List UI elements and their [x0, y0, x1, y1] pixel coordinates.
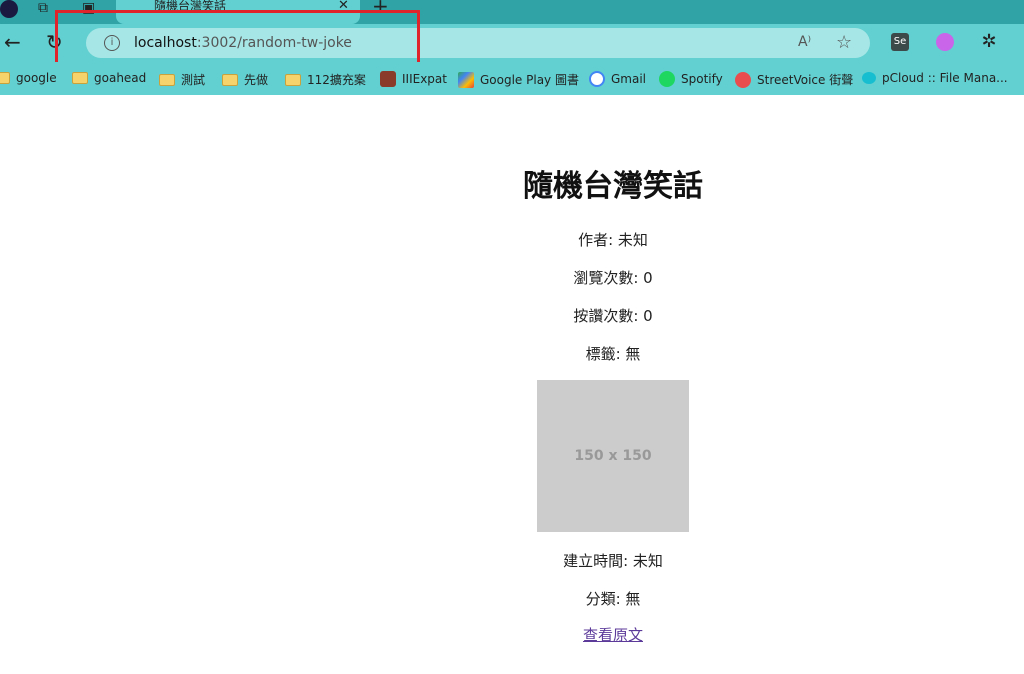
workspaces-icon[interactable]: ⧉: [38, 0, 48, 16]
placeholder-image: 150 x 150: [537, 380, 689, 532]
favorite-star-icon[interactable]: ☆: [836, 32, 852, 53]
read-aloud-icon[interactable]: A⁾: [798, 34, 811, 50]
bookmark-label: StreetVoice 街聲: [757, 73, 854, 87]
streetvoice-icon: [735, 71, 751, 88]
bookmark-label: 先做: [244, 73, 269, 87]
bookmark-todo[interactable]: 先做: [222, 71, 268, 88]
likes-text: 按讚次數: 0: [573, 307, 653, 325]
bookmark-streetvoice[interactable]: StreetVoice 街聲: [735, 71, 853, 88]
folder-icon: [72, 72, 88, 84]
bookmark-gmail[interactable]: Gmail: [589, 71, 646, 87]
author-text: 作者: 未知: [578, 231, 648, 249]
selenium-extension-icon[interactable]: Se: [891, 33, 909, 51]
folder-icon: [159, 73, 175, 86]
bookmark-label: google: [16, 71, 57, 85]
bookmark-label: 測試: [181, 73, 206, 87]
highlight-box: [55, 10, 420, 65]
folder-icon: [285, 73, 301, 86]
folder-icon: [0, 72, 10, 84]
joke-content: 隨機台灣笑話 作者: 未知 瀏覽次數: 0 按讚次數: 0 標籤: 無 150 …: [463, 95, 763, 645]
bookmark-google[interactable]: google: [0, 71, 57, 85]
pcloud-icon: [862, 72, 876, 84]
bookmark-goahead[interactable]: goahead: [72, 71, 146, 85]
google-play-icon: [458, 71, 474, 88]
bookmark-label: pCloud :: File Mana...: [882, 71, 1008, 85]
bookmark-label: goahead: [94, 71, 147, 85]
back-icon[interactable]: ←: [4, 30, 21, 54]
bookmark-pcloud[interactable]: pCloud :: File Mana...: [862, 71, 1008, 85]
tags-text: 標籤: 無: [585, 345, 641, 363]
folder-icon: [222, 73, 238, 86]
bookmark-label: Gmail: [611, 72, 647, 86]
bookmark-112[interactable]: 112擴充案: [285, 71, 366, 88]
extensions-puzzle-icon[interactable]: ✲: [980, 33, 998, 51]
bookmarks-bar: google goahead 測試 先做 112擴充案 IIIExpat Goo…: [0, 62, 1024, 95]
bookmark-label: IIIExpat: [402, 72, 447, 86]
spotify-icon: [659, 71, 675, 87]
bookmark-label: Spotify: [681, 72, 723, 86]
bookmark-test[interactable]: 測試: [159, 71, 205, 88]
bookmark-google-play[interactable]: Google Play 圖書: [458, 71, 579, 88]
category-text: 分類: 無: [585, 590, 641, 608]
bookmark-label: 112擴充案: [307, 73, 366, 87]
view-original-link[interactable]: 查看原文: [583, 624, 643, 645]
created-text: 建立時間: 未知: [563, 552, 663, 570]
profile-avatar-icon[interactable]: [0, 0, 18, 18]
bookmark-iiiexpat[interactable]: IIIExpat: [380, 71, 447, 87]
brain-extension-icon[interactable]: [936, 33, 954, 51]
page-title: 隨機台灣笑話: [523, 169, 703, 204]
iiiexpat-icon: [380, 71, 396, 87]
bookmark-spotify[interactable]: Spotify: [659, 71, 723, 87]
views-text: 瀏覽次數: 0: [573, 269, 653, 287]
bookmark-label: Google Play 圖書: [480, 73, 579, 87]
google-icon: [589, 71, 605, 87]
